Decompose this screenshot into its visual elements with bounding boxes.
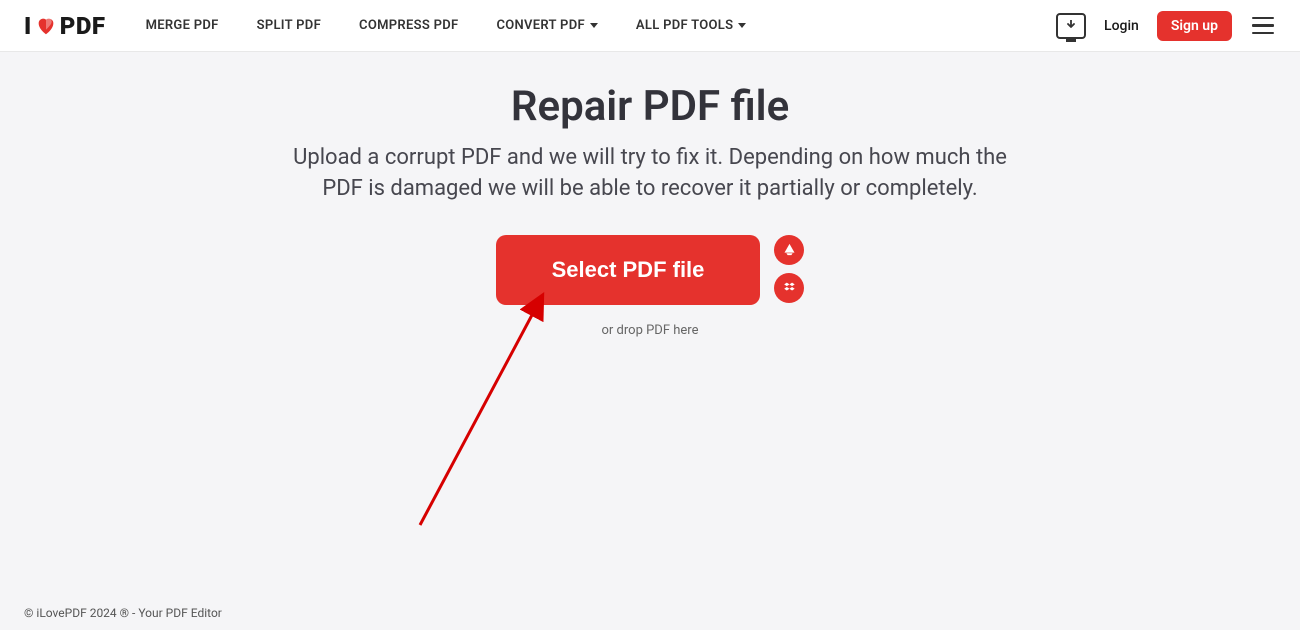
nav-all-tools[interactable]: ALL PDF TOOLS (636, 18, 746, 33)
page-title: Repair PDF file (0, 82, 1300, 131)
main-nav: MERGE PDF SPLIT PDF COMPRESS PDF CONVERT… (146, 18, 747, 33)
nav-convert[interactable]: CONVERT PDF (496, 18, 597, 33)
signup-button[interactable]: Sign up (1157, 11, 1232, 41)
nav-split[interactable]: SPLIT PDF (257, 18, 321, 33)
header-actions: Login Sign up (1056, 11, 1276, 41)
heart-icon (34, 15, 58, 37)
desktop-download-icon[interactable] (1056, 13, 1086, 39)
nav-compress[interactable]: COMPRESS PDF (359, 18, 458, 33)
top-header: I PDF MERGE PDF SPLIT PDF COMPRESS PDF C… (0, 0, 1300, 52)
page-subtitle: Upload a corrupt PDF and we will try to … (290, 143, 1010, 205)
nav-merge[interactable]: MERGE PDF (146, 18, 219, 33)
footer-text: © iLovePDF 2024 ® - Your PDF Editor (24, 606, 222, 620)
chevron-down-icon (738, 23, 746, 28)
nav-all-label: ALL PDF TOOLS (636, 18, 733, 33)
brand-logo[interactable]: I PDF (24, 12, 106, 40)
dropbox-button[interactable] (774, 273, 804, 303)
menu-icon[interactable] (1250, 15, 1276, 37)
select-pdf-button[interactable]: Select PDF file (496, 235, 761, 305)
main-content: Repair PDF file Upload a corrupt PDF and… (0, 52, 1300, 338)
upload-area: Select PDF file (496, 235, 805, 305)
brand-suffix: PDF (60, 12, 106, 40)
google-drive-button[interactable] (774, 235, 804, 265)
chevron-down-icon (590, 23, 598, 28)
login-link[interactable]: Login (1104, 18, 1139, 34)
cloud-upload-buttons (774, 235, 804, 303)
nav-convert-label: CONVERT PDF (496, 18, 584, 33)
drop-hint: or drop PDF here (0, 323, 1300, 338)
brand-prefix: I (24, 12, 32, 40)
